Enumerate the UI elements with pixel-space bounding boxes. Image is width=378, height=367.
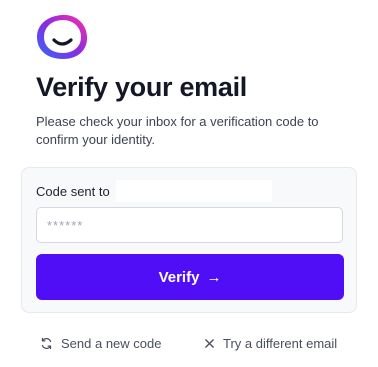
verify-email-page: Verify your email Please check your inbo… — [0, 0, 378, 367]
smiley-blob-logo-icon — [37, 14, 88, 59]
verification-code-input[interactable] — [36, 207, 343, 243]
try-different-email-label: Try a different email — [223, 336, 338, 351]
refresh-icon — [41, 337, 52, 350]
verify-button[interactable]: Verify → — [36, 254, 344, 300]
code-sent-label: Code sent to — [36, 184, 110, 199]
page-subtitle: Please check your inbox for a verificati… — [36, 114, 319, 147]
redacted-email — [116, 180, 272, 202]
verification-card: Code sent to Verify → — [21, 167, 357, 313]
close-icon — [205, 339, 214, 348]
send-new-code-label: Send a new code — [61, 336, 162, 351]
try-different-email-link[interactable]: Try a different email — [204, 336, 337, 351]
brand-logo — [34, 12, 90, 62]
arrow-right-icon: → — [206, 268, 222, 286]
verify-button-label: Verify — [158, 268, 200, 286]
send-new-code-link[interactable]: Send a new code — [40, 336, 161, 351]
page-title: Verify your email — [36, 72, 248, 102]
